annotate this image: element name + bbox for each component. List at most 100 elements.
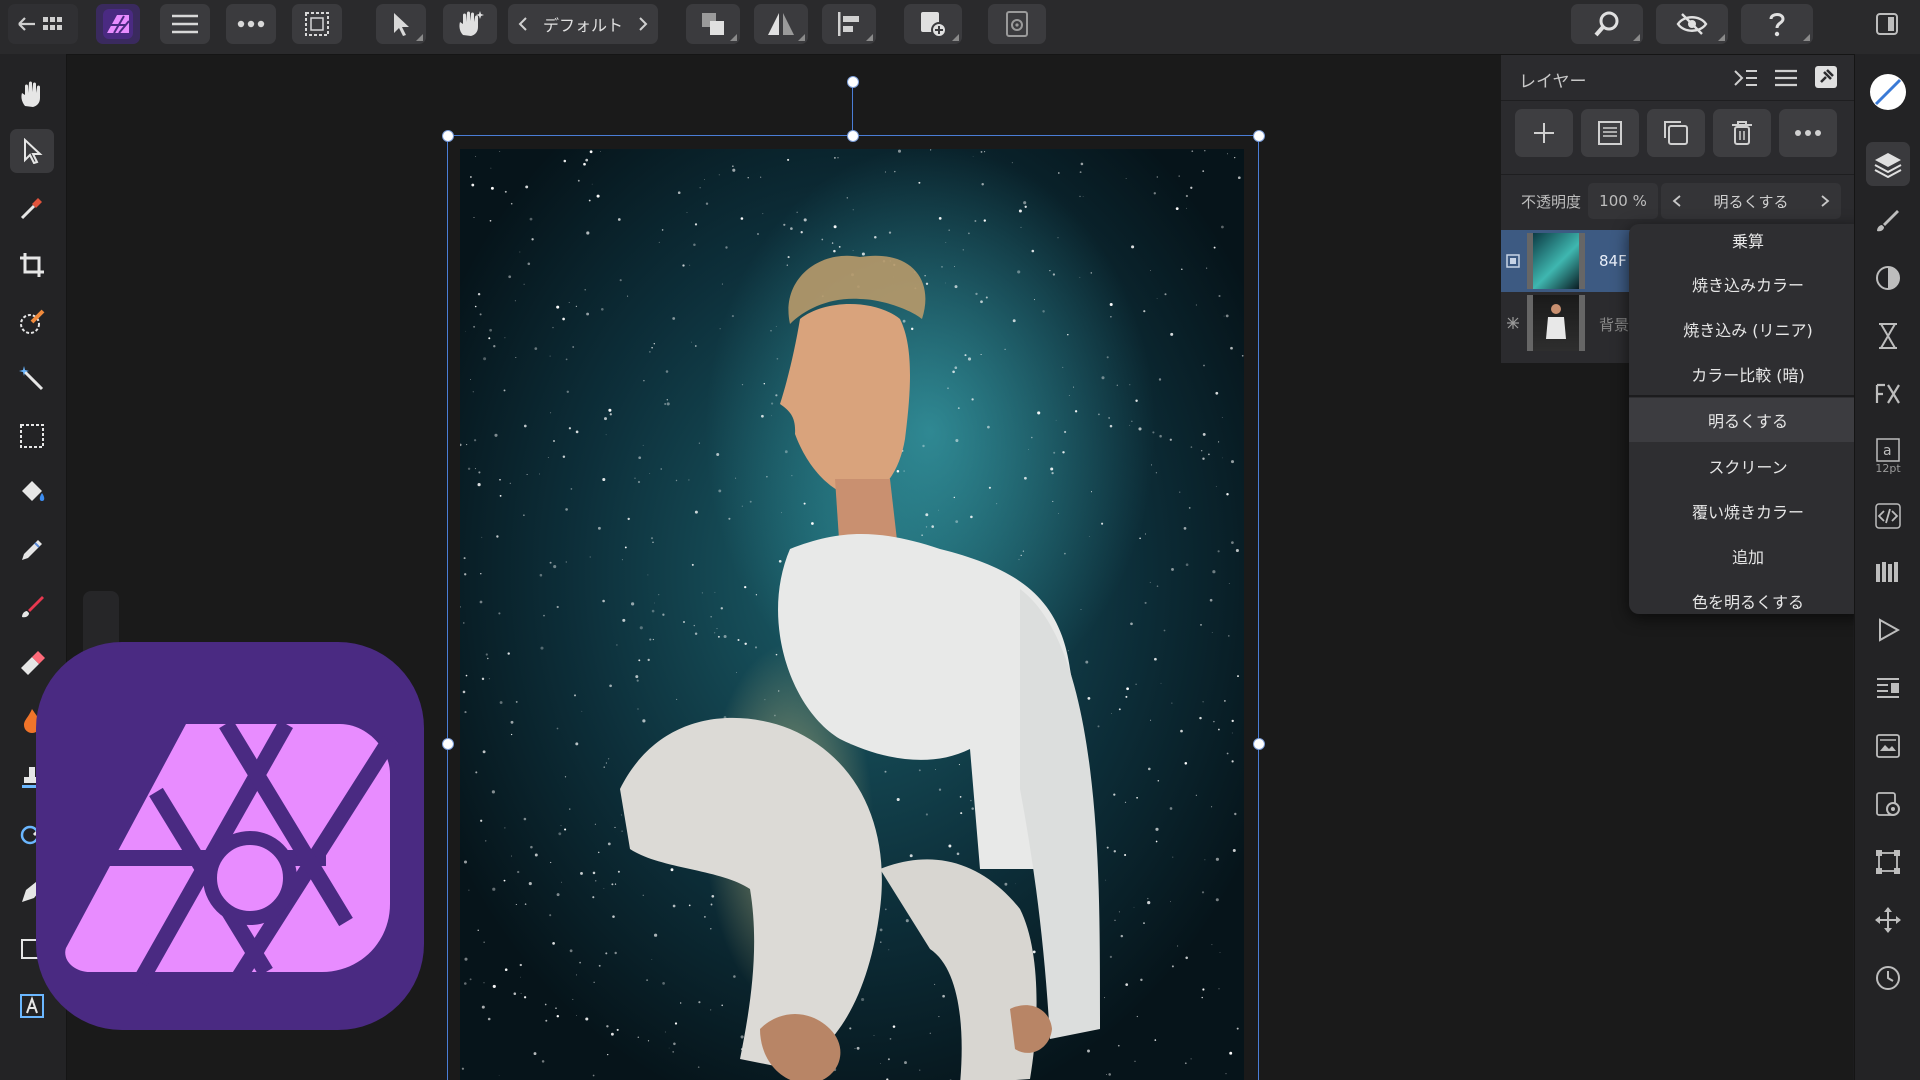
- macro-studio-button[interactable]: [1866, 608, 1910, 652]
- blend-item-screen[interactable]: スクリーン: [1629, 444, 1867, 488]
- pixel-tool[interactable]: [10, 528, 54, 572]
- back-to-gallery-button[interactable]: [8, 4, 78, 44]
- text-style-size: 12pt: [1875, 461, 1901, 475]
- history-clock-studio-button[interactable]: [1866, 956, 1910, 1000]
- view-mode-button[interactable]: [1656, 4, 1728, 44]
- layer-name: 背景: [1599, 316, 1630, 334]
- marquee-tool[interactable]: [10, 414, 54, 458]
- persona-prev-icon[interactable]: [515, 16, 531, 32]
- brushes-studio-button[interactable]: [1866, 198, 1910, 242]
- opacity-label: 不透明度: [1521, 193, 1582, 211]
- layer-options-button[interactable]: [1779, 109, 1837, 157]
- handle-top-left[interactable]: [442, 130, 454, 142]
- magic-wand-tool[interactable]: [10, 357, 54, 401]
- move-studio-button[interactable]: [1866, 898, 1910, 942]
- play-icon: [1876, 617, 1900, 643]
- rotation-handle[interactable]: [847, 76, 859, 88]
- gear-document-icon: [1874, 790, 1902, 818]
- code-tag-icon: [1874, 502, 1902, 530]
- text-styles-studio-button[interactable]: a 12pt: [1866, 428, 1910, 484]
- paint-brush-tool[interactable]: [10, 585, 54, 629]
- blend-item-lighten[interactable]: 明るくする: [1629, 398, 1867, 442]
- collapse-panel-icon[interactable]: [1733, 67, 1759, 89]
- blend-item-add[interactable]: 追加: [1629, 534, 1867, 578]
- affinity-photo-logo: [36, 642, 424, 1030]
- persona-label: デフォルト: [542, 16, 623, 35]
- handle-middle-right[interactable]: [1253, 738, 1265, 750]
- blend-item-color-burn[interactable]: 焼き込みカラー: [1629, 262, 1867, 306]
- menu-button[interactable]: [160, 4, 210, 44]
- move-tool[interactable]: [10, 129, 54, 173]
- persona-next-icon[interactable]: [635, 16, 651, 32]
- more-dots-icon: [1794, 129, 1822, 137]
- move-arrows-icon: [1874, 906, 1902, 934]
- flip-button[interactable]: [754, 4, 808, 44]
- document-settings-icon: [1002, 9, 1032, 39]
- eye-hidden-icon: [1676, 11, 1708, 37]
- settings-top-button[interactable]: [988, 4, 1046, 44]
- blend-item-multiply[interactable]: 乗算: [1629, 224, 1867, 262]
- selection-brush-icon: [18, 308, 46, 336]
- code-studio-button[interactable]: [1866, 494, 1910, 538]
- opacity-value: 100 %: [1599, 192, 1647, 210]
- blend-prev-icon[interactable]: [1671, 194, 1683, 208]
- crop-tool[interactable]: [10, 243, 54, 287]
- add-layer-button[interactable]: [1515, 109, 1573, 157]
- pin-panel-icon[interactable]: [1814, 65, 1838, 89]
- help-button[interactable]: [1741, 4, 1813, 44]
- photo-persona-button[interactable]: [96, 4, 140, 44]
- flip-horizontal-icon: [766, 10, 796, 38]
- swatches-studio-button[interactable]: [1866, 550, 1910, 594]
- add-layer-top-button[interactable]: [904, 4, 962, 44]
- handle-top-center[interactable]: [847, 130, 859, 142]
- color-studio-button[interactable]: [1866, 70, 1910, 114]
- locked-layer-icon: [1506, 316, 1520, 330]
- affinity-photo-icon: [102, 8, 134, 40]
- hand-icon: [19, 80, 45, 108]
- studio-toggle-button[interactable]: [1866, 4, 1908, 44]
- paint-bucket-icon: [18, 479, 46, 507]
- flood-fill-tool[interactable]: [10, 471, 54, 515]
- navigator-studio-button[interactable]: [1866, 666, 1910, 710]
- layer-mask-button[interactable]: [1581, 109, 1639, 157]
- color-picker-tool[interactable]: [10, 186, 54, 230]
- opacity-field[interactable]: 100 %: [1588, 183, 1658, 219]
- history-studio-button[interactable]: [1866, 314, 1910, 358]
- document-settings-studio-button[interactable]: [1866, 782, 1910, 826]
- trash-icon: [1730, 120, 1754, 146]
- adjustment-dial-icon: [1874, 264, 1902, 292]
- layers-studio-button[interactable]: [1866, 142, 1910, 186]
- selection-brush-tool[interactable]: [10, 300, 54, 344]
- arrange-button[interactable]: [686, 4, 740, 44]
- hand-gesture-button[interactable]: [443, 4, 497, 44]
- more-button[interactable]: [226, 4, 276, 44]
- move-tool-button[interactable]: [376, 4, 426, 44]
- blend-next-icon[interactable]: [1819, 194, 1831, 208]
- stock-studio-button[interactable]: [1866, 724, 1910, 768]
- selection-button[interactable]: [292, 4, 342, 44]
- studio-strip: a 12pt: [1854, 54, 1920, 1080]
- panel-toggle-icon: [1875, 12, 1899, 36]
- marquee-selection-icon: [303, 10, 331, 38]
- blend-item-darker-color[interactable]: カラー比較 (暗): [1629, 352, 1867, 396]
- panel-menu-icon[interactable]: [1774, 67, 1798, 89]
- blend-item-lighter-color[interactable]: 色を明るくする: [1629, 579, 1867, 614]
- view-tool[interactable]: [10, 72, 54, 116]
- delete-layer-button[interactable]: [1713, 109, 1771, 157]
- blend-item-linear-burn[interactable]: 焼き込み (リニア): [1629, 307, 1867, 351]
- fx-studio-button[interactable]: [1866, 372, 1910, 416]
- transform-studio-button[interactable]: [1866, 840, 1910, 884]
- blend-mode-selector[interactable]: 明るくする: [1661, 183, 1841, 219]
- persona-switcher[interactable]: デフォルト: [508, 4, 658, 44]
- panel-divider: [1501, 174, 1854, 175]
- adjustments-studio-button[interactable]: [1866, 256, 1910, 300]
- handle-middle-left[interactable]: [442, 738, 454, 750]
- color-swatch-icon: [1868, 72, 1908, 112]
- handle-top-right[interactable]: [1253, 130, 1265, 142]
- magnifier-icon: [1592, 9, 1622, 39]
- blend-item-color-dodge[interactable]: 覆い焼きカラー: [1629, 489, 1867, 533]
- zoom-button[interactable]: [1571, 4, 1643, 44]
- align-button[interactable]: [822, 4, 876, 44]
- duplicate-layer-button[interactable]: [1647, 109, 1705, 157]
- text-style-icon: a: [1876, 437, 1900, 462]
